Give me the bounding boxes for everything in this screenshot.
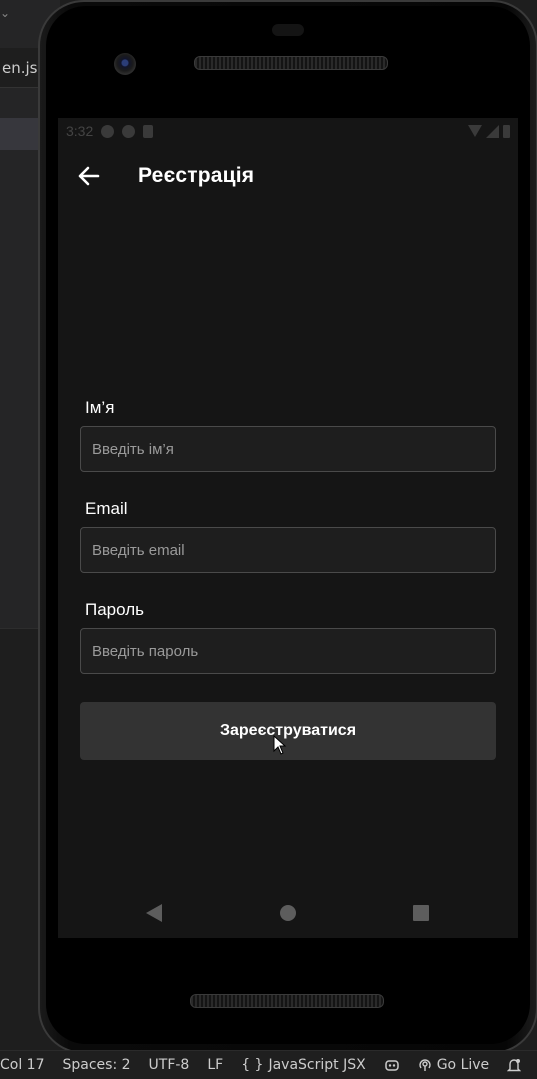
language-mode[interactable]: { } JavaScript JSX [232,1057,375,1073]
email-label: Email [85,499,128,518]
sim-card-icon [143,124,154,138]
email-input[interactable] [80,527,496,573]
bell-icon [507,1058,522,1071]
back-button[interactable] [58,144,120,208]
line-ending[interactable]: LF [198,1057,232,1073]
chevron-icon: ⌄ [0,6,11,20]
ide-status-bar: Col 17 Spaces: 2 UTF-8 LF { } JavaScript… [0,1050,537,1079]
indentation[interactable]: Spaces: 2 [54,1057,140,1073]
device-screen: 3:32 Реєстрація Ім’я Email Пароль Зареєс… [58,118,518,938]
password-input[interactable] [80,628,496,674]
name-input[interactable] [80,426,496,472]
notifications-button[interactable] [498,1058,530,1073]
proximity-sensor [272,24,304,36]
battery-icon [503,124,510,138]
app-bar: Реєстрація [58,144,518,208]
copilot-button[interactable] [375,1058,409,1072]
broadcast-icon [419,1059,431,1071]
notification-a-icon [122,124,136,138]
triangle-back-icon[interactable] [146,904,162,922]
mouse-cursor-icon [273,735,287,755]
status-time: 3:32 [66,123,94,139]
go-live-button[interactable]: Go Live [409,1057,498,1073]
android-status-bar: 3:32 [58,118,518,144]
braces-icon: { } [241,1057,264,1073]
android-nav-bar [58,880,518,938]
earpiece-speaker [194,56,388,70]
language-label: JavaScript JSX [268,1057,366,1073]
registration-form: Ім’я Email Пароль Зареєструватися [80,398,496,760]
password-label: Пароль [85,600,144,619]
encoding[interactable]: UTF-8 [140,1057,199,1073]
name-label: Ім’я [85,398,115,417]
copilot-icon [384,1060,399,1071]
bottom-speaker [190,994,384,1008]
front-camera [114,53,136,75]
cursor-position[interactable]: Col 17 [0,1057,54,1073]
square-recents-icon[interactable] [413,905,429,921]
wifi-icon [468,125,482,137]
register-button[interactable]: Зареєструватися [80,702,496,760]
arrow-left-icon [78,166,100,186]
page-title: Реєстрація [138,164,255,187]
circle-home-icon[interactable] [280,905,296,921]
go-live-label: Go Live [436,1057,490,1073]
settings-icon [101,124,115,138]
signal-icon [486,124,499,138]
